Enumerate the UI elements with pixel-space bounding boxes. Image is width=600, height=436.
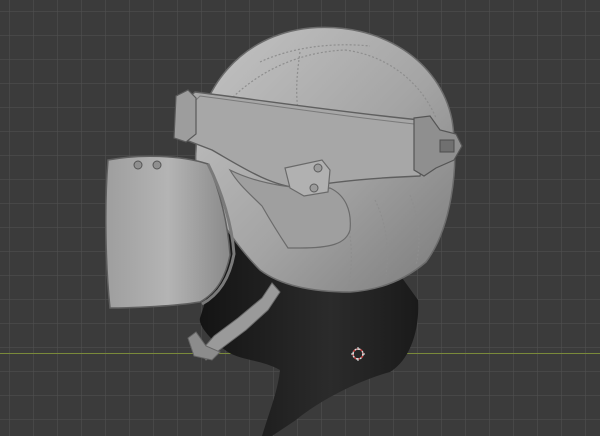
- visor: [105, 155, 231, 309]
- rivet-2: [309, 183, 319, 193]
- rivet-1: [313, 163, 323, 173]
- model-scene[interactable]: [0, 0, 600, 436]
- rear-clip-slot: [439, 139, 455, 153]
- 3d-viewport[interactable]: [0, 0, 600, 436]
- 3d-cursor-icon[interactable]: [351, 347, 365, 361]
- visor-screw-1: [133, 160, 143, 170]
- front-hinge: [173, 89, 197, 143]
- visor-screw-2: [152, 160, 162, 170]
